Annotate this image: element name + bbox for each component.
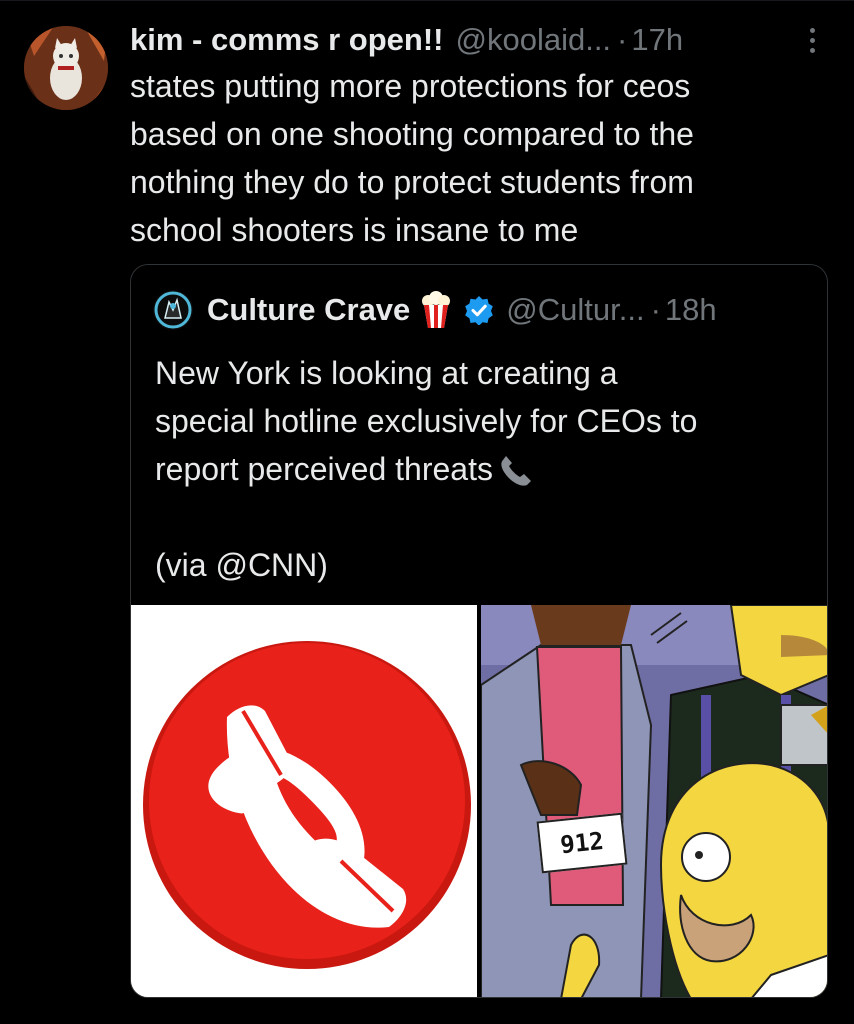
media-image-call-button[interactable]: [131, 605, 477, 997]
verified-badge-icon: [464, 295, 494, 326]
quoted-via-text: (via @CNN): [155, 547, 328, 583]
quoted-separator-dot: ·: [650, 292, 661, 327]
quoted-text-line: special hotline exclusively for CEOs to: [155, 403, 698, 439]
top-divider: [0, 0, 854, 1]
quoted-tweet[interactable]: Culture Crave @Cultur... · 18h New York …: [130, 264, 828, 998]
quoted-tweet-time[interactable]: 18h: [665, 292, 717, 328]
quoted-avatar[interactable]: [153, 290, 193, 330]
quoted-text-line: New York is looking at creating a: [155, 355, 618, 391]
tweet-text: states putting more protections for ceos…: [130, 68, 694, 248]
quoted-author-name[interactable]: Culture Crave: [207, 292, 410, 328]
tweet-time[interactable]: 17h: [631, 22, 683, 58]
author-handle[interactable]: @koolaid...: [456, 22, 612, 58]
quoted-header: Culture Crave @Cultur... · 18h: [153, 287, 717, 333]
quoted-tweet-text: New York is looking at creating a specia…: [155, 349, 815, 493]
separator-dot: ·: [617, 22, 628, 57]
more-vertical-icon[interactable]: [800, 22, 824, 58]
tweet-header: kim - comms r open!! @koolaid... · 17h: [130, 18, 830, 62]
popcorn-emoji: [420, 291, 452, 329]
media-image-cartoon-scene[interactable]: 912: [481, 605, 827, 997]
quoted-author-handle[interactable]: @Cultur...: [506, 292, 644, 328]
cartoon-number-badge: 912: [536, 812, 628, 874]
telephone-receiver-emoji: [497, 454, 541, 490]
author-name[interactable]: kim - comms r open!!: [130, 22, 444, 58]
quoted-text-line: report perceived threats: [155, 451, 493, 487]
author-avatar[interactable]: [24, 26, 108, 110]
